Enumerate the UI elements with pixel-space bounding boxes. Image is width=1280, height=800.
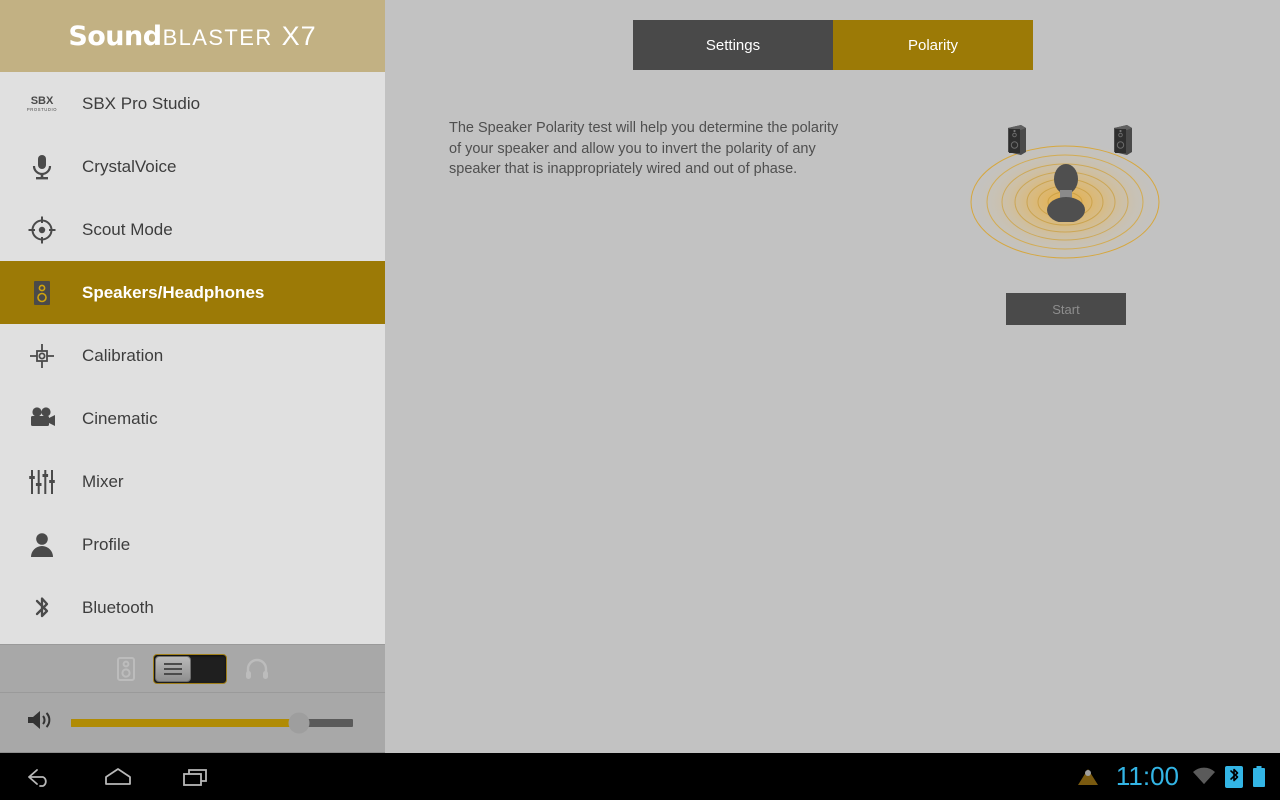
start-button[interactable]: Start <box>1006 293 1126 325</box>
android-nav-keys <box>0 762 214 792</box>
sidebar-item-label: Calibration <box>82 345 164 365</box>
speaker-box-icon <box>1111 124 1133 156</box>
crosshair-icon <box>20 208 64 252</box>
sidebar-item-label: Profile <box>82 534 131 554</box>
tab-settings[interactable]: Settings <box>633 20 833 70</box>
logo-sound-text: Sound <box>68 20 162 52</box>
sidebar-item-calibration[interactable]: Calibration <box>0 324 385 387</box>
home-icon[interactable] <box>100 762 136 792</box>
sidebar-item-profile[interactable]: Profile <box>0 513 385 576</box>
lines-icon <box>163 667 182 670</box>
movie-camera-icon <box>31 406 55 426</box>
svg-text:PROSTUDIO: PROSTUDIO <box>27 107 57 112</box>
headphone-icon <box>245 658 269 680</box>
recent-apps-icon[interactable] <box>178 762 214 792</box>
output-selector-row <box>0 644 385 693</box>
speaker-icon <box>34 280 50 305</box>
warning-triangle-icon[interactable] <box>1077 767 1099 787</box>
speaker-icon <box>20 271 64 315</box>
calibration-target-icon <box>20 334 64 378</box>
status-icons: 11:00 <box>1077 761 1280 792</box>
lines-icon <box>163 672 182 675</box>
speaker-box-icon <box>1005 124 1027 156</box>
volume-slider-fill <box>71 718 300 727</box>
sidebar-item-label: Mixer <box>82 471 124 491</box>
app-body: Sound BLASTER X7 SBX PROSTUDIO SBX Pro Stu… <box>0 0 1280 753</box>
calibration-target-icon <box>30 343 54 368</box>
sidebar: Sound BLASTER X7 SBX PROSTUDIO SBX Pro Stu… <box>0 0 385 753</box>
sidebar-nav-list: SBX PROSTUDIO SBX Pro Studio CrystalVoice Sc… <box>0 72 385 644</box>
lines-icon <box>163 662 182 665</box>
sidebar-item-mixer[interactable]: Mixer <box>0 450 385 513</box>
volume-up-icon[interactable] <box>26 708 56 737</box>
sidebar-item-label: Cinematic <box>82 408 158 428</box>
sidebar-item-label: CrystalVoice <box>82 156 177 176</box>
movie-camera-icon <box>20 397 64 441</box>
sidebar-item-cinematic[interactable]: Cinematic <box>0 387 385 450</box>
tab-polarity[interactable]: Polarity <box>833 20 1033 70</box>
person-icon <box>20 523 64 567</box>
sound-blaster-app: Sound BLASTER X7 SBX PROSTUDIO SBX Pro Stu… <box>0 0 1280 800</box>
person-icon <box>31 532 53 557</box>
sidebar-item-label: Scout Mode <box>82 219 173 239</box>
polarity-description: The Speaker Polarity test will help you … <box>449 120 839 178</box>
toggle-knob[interactable] <box>154 655 191 682</box>
sound-blaster-logo: Sound BLASTER X7 <box>68 21 316 52</box>
microphone-icon <box>20 145 64 189</box>
polarity-graphic <box>963 110 1168 295</box>
volume-slider-thumb[interactable] <box>288 712 310 733</box>
sidebar-item-sbx-pro-studio[interactable]: SBX PROSTUDIO SBX Pro Studio <box>0 72 385 135</box>
sidebar-item-crystalvoice[interactable]: CrystalVoice <box>0 135 385 198</box>
sidebar-item-label: SBX Pro Studio <box>82 93 201 113</box>
tab-bar: Settings Polarity <box>633 20 1033 70</box>
back-arrow-icon[interactable] <box>22 762 58 792</box>
bluetooth-icon[interactable] <box>1225 765 1243 788</box>
sbx-pro-studio-icon: SBXPROSTUDIO <box>20 82 64 126</box>
logo-model-text: X7 <box>281 20 317 51</box>
crosshair-icon <box>28 216 56 243</box>
microphone-icon <box>32 154 52 179</box>
speaker-icon <box>116 656 135 681</box>
brand-header: Sound BLASTER X7 <box>0 0 385 72</box>
sbx-pro-studio-icon: SBXPROSTUDIO <box>27 95 57 112</box>
speaker-headphone-toggle[interactable] <box>152 653 227 684</box>
bluetooth-icon <box>20 586 64 630</box>
logo-blaster-text: BLASTER <box>162 24 273 50</box>
android-system-bar: 11:00 <box>0 753 1280 800</box>
person-listener-icon <box>1044 160 1088 223</box>
wifi-icon[interactable] <box>1192 767 1216 787</box>
main-content: Settings Polarity The Speaker Polarity te… <box>385 0 1280 753</box>
bluetooth-icon <box>35 596 49 617</box>
volume-row <box>0 693 385 753</box>
volume-slider[interactable] <box>71 712 353 733</box>
svg-text:SBX: SBX <box>31 95 54 107</box>
sidebar-item-bluetooth[interactable]: Bluetooth <box>0 576 385 639</box>
sliders-icon <box>20 460 64 504</box>
status-clock: 11:00 <box>1115 761 1179 791</box>
sidebar-item-scout-mode[interactable]: Scout Mode <box>0 198 385 261</box>
battery-full-icon[interactable] <box>1252 765 1266 788</box>
sliders-icon <box>29 469 55 494</box>
sidebar-item-speakers-headphones[interactable]: Speakers/Headphones <box>0 261 385 324</box>
sidebar-item-label: Bluetooth <box>82 597 154 617</box>
sidebar-item-label: Speakers/Headphones <box>82 282 265 302</box>
